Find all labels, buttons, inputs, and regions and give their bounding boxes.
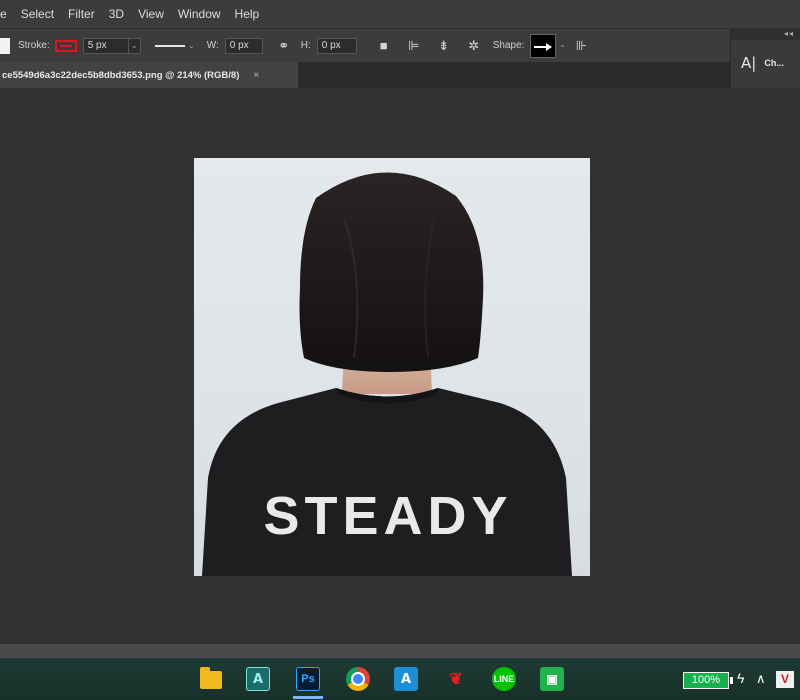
width-field[interactable]: 0 px	[224, 37, 263, 54]
menu-help[interactable]: Help	[228, 0, 267, 28]
panel-collapse-strip[interactable]: ◂◂	[731, 28, 800, 40]
menu-bar: e Select Filter 3D View Window Help	[0, 0, 800, 28]
close-icon[interactable]: ×	[253, 70, 259, 81]
stroke-color-swatch[interactable]	[54, 39, 77, 52]
hair	[299, 172, 484, 372]
height-label: H:	[300, 40, 311, 51]
align-edges-icon[interactable]: ⊪	[572, 37, 590, 55]
shirt-print-text: STEADY	[263, 486, 512, 546]
stroke-type-dropdown[interactable]: ⌄	[151, 38, 195, 54]
menu-window[interactable]: Window	[171, 0, 228, 28]
chrome-icon[interactable]	[346, 667, 370, 691]
menu-view[interactable]: View	[131, 0, 171, 28]
path-alignment-icon[interactable]: ⊫	[405, 37, 423, 55]
line-icon[interactable]: LINE	[492, 667, 516, 691]
chevron-down-icon[interactable]: ⌄	[556, 38, 568, 54]
shape-picker[interactable]	[530, 33, 557, 58]
stroke-width-field[interactable]: 5 px	[82, 37, 129, 54]
collapse-icon[interactable]: ◂◂	[784, 28, 794, 40]
character-panel-button[interactable]: A| Ch...	[741, 54, 784, 72]
document-image[interactable]: STEADY	[194, 158, 590, 576]
chevron-down-icon: ⌄	[187, 40, 195, 50]
document-tab-bar: ce5549d6a3c22dec5b8dbd3653.png @ 214% (R…	[0, 62, 730, 88]
red-app-icon[interactable]: ❦	[444, 667, 468, 691]
file-explorer-icon[interactable]	[200, 667, 222, 689]
character-panel-label: Ch...	[764, 58, 784, 68]
height-field[interactable]: 0 px	[316, 37, 357, 54]
charging-icon: ϟ	[737, 670, 745, 686]
tray-overflow-icon[interactable]: ∧	[756, 671, 766, 687]
width-label: W:	[206, 40, 219, 51]
document-tab[interactable]: ce5549d6a3c22dec5b8dbd3653.png @ 214% (R…	[0, 62, 298, 88]
status-bar	[0, 644, 800, 658]
document-tab-title: ce5549d6a3c22dec5b8dbd3653.png @ 214% (R…	[2, 69, 240, 81]
menu-select[interactable]: Select	[14, 0, 61, 28]
fill-swatch[interactable]	[0, 37, 10, 54]
gear-icon[interactable]: ✲	[465, 37, 483, 55]
windows-taskbar: A Ps A ❦ LINE ▣ 100% ϟ ∧ V	[0, 658, 800, 700]
stroke-label: Stroke:	[18, 40, 50, 51]
tray-v-icon[interactable]: V	[776, 671, 794, 688]
photoshop-window: e Select Filter 3D View Window Help Stro…	[0, 0, 800, 700]
photo-illustration: STEADY	[202, 172, 572, 576]
character-icon: A|	[741, 54, 757, 72]
menu-edit[interactable]: e	[0, 0, 14, 28]
link-dimensions-icon[interactable]: ⚭	[275, 37, 293, 55]
sweatshirt	[202, 388, 572, 576]
path-arrangement-icon[interactable]: ⇟	[435, 37, 453, 55]
canvas-area[interactable]: STEADY	[0, 88, 800, 644]
path-operations-icon[interactable]: ■	[375, 37, 393, 55]
options-bar: Stroke: 5 px ⌄ ⌄ W: 0 px ⚭ H: 0 px ■ ⊫ ⇟…	[0, 28, 800, 62]
menu-filter[interactable]: Filter	[61, 0, 102, 28]
menu-3d[interactable]: 3D	[102, 0, 131, 28]
green-app-icon[interactable]: ▣	[540, 667, 564, 691]
character-panel: ◂◂ A| Ch...	[730, 28, 800, 90]
photoshop-icon[interactable]: Ps	[293, 667, 323, 699]
battery-indicator[interactable]: 100%	[683, 672, 733, 689]
shape-label: Shape:	[492, 40, 525, 51]
app-a-icon[interactable]: A	[246, 667, 270, 691]
app-a-blue-icon[interactable]: A	[394, 667, 418, 691]
stroke-width-dropdown[interactable]: ⌄	[128, 37, 141, 54]
